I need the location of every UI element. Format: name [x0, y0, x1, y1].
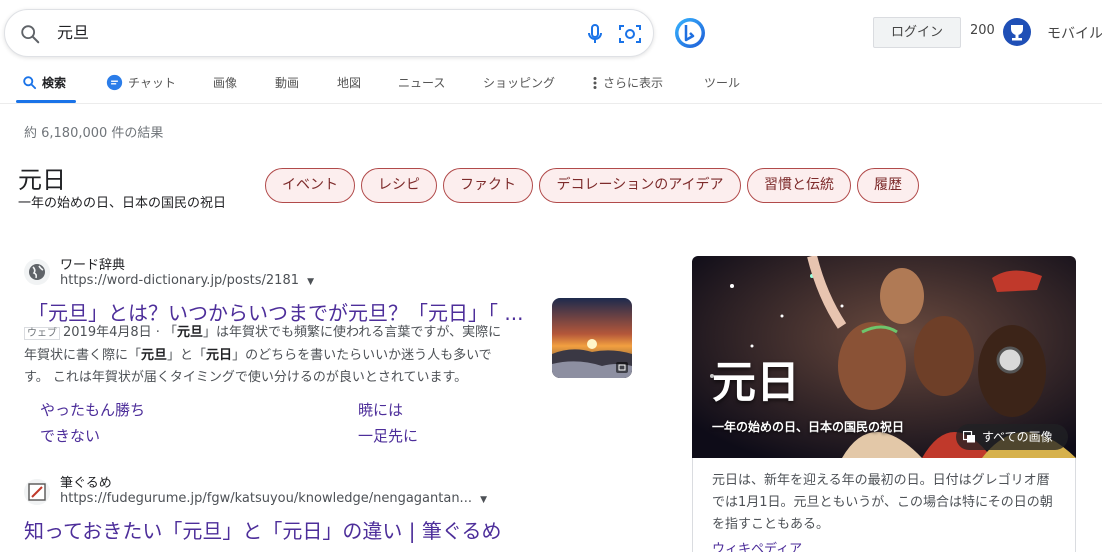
tab-images[interactable]: 画像	[213, 74, 237, 91]
brush-icon	[24, 479, 50, 505]
globe-icon	[24, 259, 50, 285]
result-snippet: ウェブ 2019年4月8日 · 「元旦」は年賀状でも頻繁に使われる言葉ですが、実際…	[24, 325, 502, 385]
chip-events[interactable]: イベント	[265, 168, 355, 203]
tab-search[interactable]: 検索	[22, 74, 66, 91]
chip-recipes[interactable]: レシピ	[361, 168, 437, 203]
rewards-points[interactable]: 200	[970, 23, 995, 38]
tab-maps[interactable]: 地図	[337, 74, 361, 91]
result-site-name: ワード辞典	[60, 258, 126, 273]
sitelink-2[interactable]: 暁には	[358, 399, 403, 420]
web-tag: ウェブ	[24, 327, 60, 340]
tab-tools[interactable]: ツール	[704, 74, 740, 91]
microphone-icon[interactable]	[583, 22, 607, 46]
entity-title: 元日	[18, 166, 66, 194]
chip-history[interactable]: 履歴	[857, 168, 919, 203]
knowledge-panel-description: 元日は、新年を迎える年の最初の日。日付はグレゴリオ暦では1月1日。元旦ともいうが…	[712, 473, 1053, 532]
entity-subtitle: 一年の始めの日、日本の国民の祝日	[18, 196, 227, 211]
all-images-button[interactable]: すべての画像	[956, 424, 1068, 450]
chat-bubble-icon	[106, 74, 123, 91]
images-icon	[963, 431, 975, 443]
sitelink-4[interactable]: 一足先に	[358, 425, 418, 446]
knowledge-panel-image-title: 元日	[712, 357, 800, 408]
sitelink-3[interactable]: できない	[40, 425, 100, 446]
caret-down-icon[interactable]: ▼	[480, 495, 487, 505]
copilot-chat-icon[interactable]	[672, 16, 708, 50]
search-tabs: 検索 チャット 画像 動画 地図 ニュース ショッピング さらに表示 ツール	[0, 68, 1102, 104]
wikipedia-link[interactable]: ウィキペディア	[712, 538, 802, 552]
visual-search-icon[interactable]	[617, 22, 643, 46]
result-site-name: 筆ぐるめ	[60, 476, 112, 491]
login-button[interactable]: ログイン	[873, 17, 961, 48]
chip-customs[interactable]: 習慣と伝統	[747, 168, 851, 203]
tab-more[interactable]: さらに表示	[592, 74, 663, 91]
result-title-link[interactable]: 知っておきたい「元旦」と「元日」の違い | 筆ぐるめ	[24, 515, 544, 544]
sunrise-image	[552, 298, 632, 378]
chip-decoration-ideas[interactable]: デコレーションのアイデア	[539, 168, 741, 203]
knowledge-panel-image-subtitle: 一年の始めの日、日本の国民の祝日	[712, 420, 905, 434]
tab-shopping[interactable]: ショッピング	[483, 74, 555, 91]
result-url[interactable]: https://fudegurume.jp/fgw/katsuyou/knowl…	[60, 491, 487, 506]
chip-facts[interactable]: ファクト	[443, 168, 533, 203]
result-count: 約 6,180,000 件の結果	[24, 126, 164, 141]
sitelink-1[interactable]: やったもん勝ち	[40, 399, 145, 420]
rewards-trophy-icon[interactable]	[1002, 17, 1032, 47]
search-box[interactable]: 元旦	[4, 9, 654, 57]
search-icon	[23, 76, 37, 90]
more-vertical-icon	[593, 76, 597, 89]
tab-chat[interactable]: チャット	[106, 74, 176, 91]
result-url[interactable]: https://word-dictionary.jp/posts/2181 ▼	[60, 273, 314, 288]
search-input[interactable]: 元旦	[57, 22, 89, 44]
mobile-link[interactable]: モバイル	[1047, 23, 1102, 43]
result-thumbnail[interactable]	[552, 298, 632, 378]
search-icon[interactable]	[19, 23, 41, 45]
tab-news[interactable]: ニュース	[398, 74, 445, 91]
tab-videos[interactable]: 動画	[275, 74, 299, 91]
caret-down-icon[interactable]: ▼	[307, 277, 314, 287]
active-tab-indicator	[16, 100, 76, 103]
